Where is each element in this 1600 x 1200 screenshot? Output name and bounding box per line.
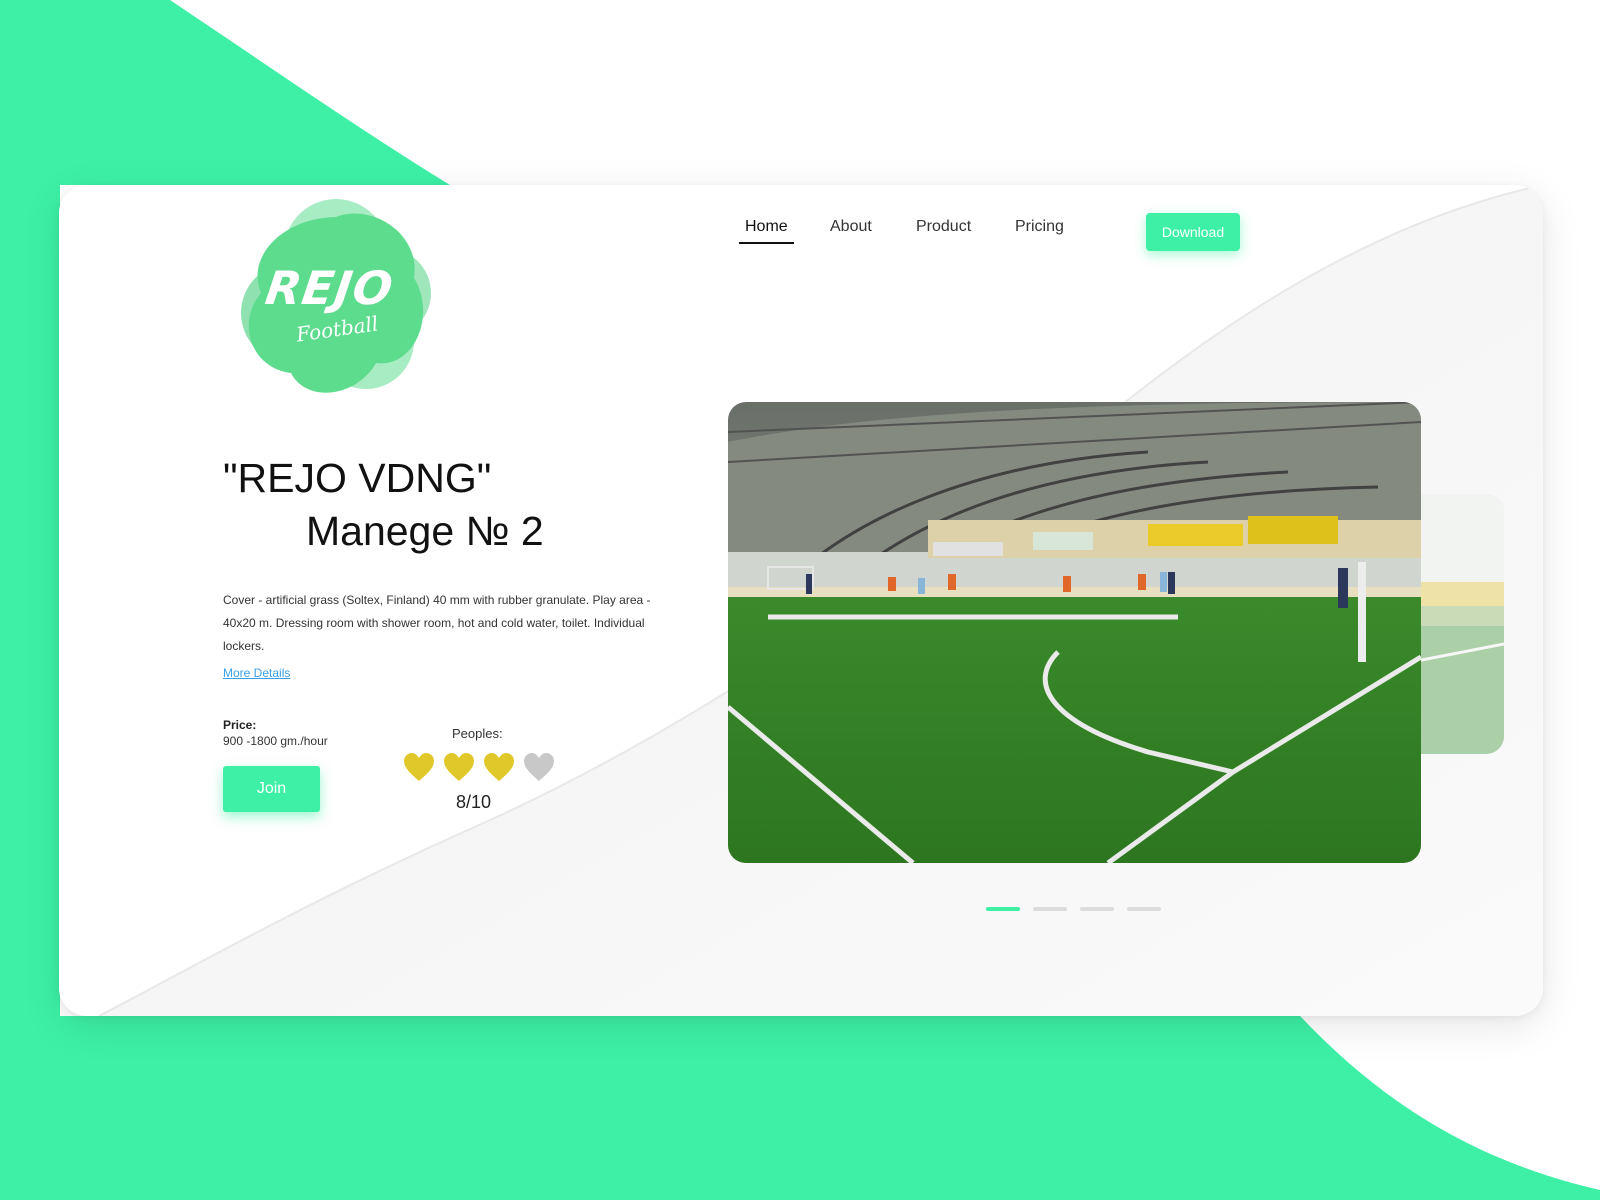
arena-photo[interactable]: [728, 402, 1421, 863]
peoples-label: Peoples:: [452, 726, 503, 741]
venue-title-line2: Manege № 2: [306, 508, 544, 554]
rejo-football-logo[interactable]: REJO Football: [236, 193, 436, 403]
nav-pricing[interactable]: Pricing: [1009, 218, 1070, 242]
arena-photo-image: [728, 402, 1421, 863]
nav-home[interactable]: Home: [739, 218, 794, 244]
join-button[interactable]: Join: [223, 766, 320, 812]
hero-card: REJO Football Home About Product Pricing…: [59, 185, 1543, 1016]
nav-product[interactable]: Product: [910, 218, 977, 242]
price-value: 900 -1800 gm./hour: [223, 734, 328, 748]
price-label: Price:: [223, 718, 257, 732]
carousel-dot[interactable]: [1127, 907, 1161, 911]
carousel-dot[interactable]: [1080, 907, 1114, 911]
carousel-dot[interactable]: [1033, 907, 1067, 911]
people-count: 8/10: [456, 792, 492, 812]
nav-about[interactable]: About: [824, 218, 878, 242]
heart-icon: [404, 753, 434, 781]
download-button[interactable]: Download: [1146, 213, 1240, 251]
venue-description: Cover - artificial grass (Soltex, Finlan…: [223, 593, 651, 653]
heart-icon: [484, 753, 514, 781]
people-hearts: [403, 752, 563, 788]
more-details-link[interactable]: More Details: [223, 666, 290, 680]
carousel-dot[interactable]: [986, 907, 1020, 911]
heart-icon: [524, 753, 554, 781]
venue-title-line1: "REJO VDNG": [223, 455, 492, 501]
logo-title: REJO: [262, 261, 397, 315]
heart-icon: [444, 753, 474, 781]
